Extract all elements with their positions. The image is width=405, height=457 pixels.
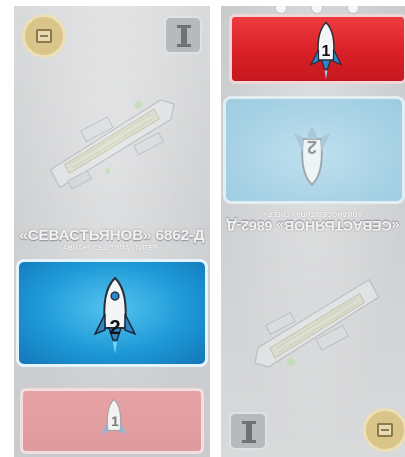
faded-number: 2 <box>307 137 318 157</box>
left-ship-card[interactable]: «СЕВАСТЬЯНОВ» 6862-Д АВИАНОСЕЦ ТИПА «ГИГ… <box>14 6 210 457</box>
carrier-ship-image <box>254 278 380 368</box>
carrier-ship-image <box>49 99 175 190</box>
ship-class: АВИАНОСЕЦ ТИПА «ГИГЕР» <box>62 245 162 252</box>
launch-number: 2 <box>109 317 121 339</box>
ship-title-block: «СЕВАСТЬЯНОВ» 6862-Д АВИАНОСЕЦ ТИПА «ГИГ… <box>221 210 405 234</box>
launch-number: 1 <box>321 43 331 60</box>
ship-name: «СЕВАСТЬЯНОВ» 6862-Д <box>19 227 205 244</box>
ship-class: АВИАНОСЕЦ ТИПА «ГИГЕР» <box>263 210 363 217</box>
right-ship-card[interactable]: 1 2 «СЕВАСТЬЯНОВ» 6862-Д АВИАНОСЕЦ ТИПА … <box>221 6 405 457</box>
rocket-icon <box>93 276 137 354</box>
crate-icon <box>22 14 66 58</box>
i-beam-icon <box>164 16 202 54</box>
ship-title-block: «СЕВАСТЬЯНОВ» 6862-Д АВИАНОСЕЦ ТИПА «ГИГ… <box>14 227 210 252</box>
crate-icon <box>363 408 405 452</box>
launch-panel[interactable]: 1 <box>229 14 405 84</box>
faded-launch-panel: 1 <box>20 388 204 454</box>
faded-launch-panel: 2 <box>223 96 405 204</box>
launch-panel[interactable]: 2 <box>16 259 208 367</box>
ship-name: «СЕВАСТЬЯНОВ» 6862-Д <box>226 218 400 234</box>
faded-number: 1 <box>111 413 119 429</box>
i-beam-icon <box>229 412 267 450</box>
